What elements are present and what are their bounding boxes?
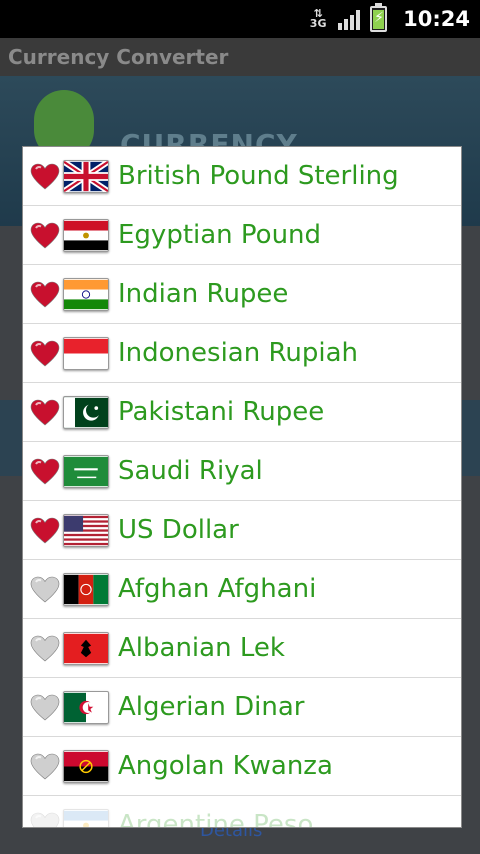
favorite-heart-icon[interactable]: [30, 635, 60, 663]
country-flag-icon: [63, 455, 109, 488]
country-flag-icon: [63, 160, 109, 193]
currency-name: Egyptian Pound: [118, 220, 322, 250]
currency-list-item[interactable]: Pakistani Rupee: [23, 383, 461, 442]
favorite-heart-icon[interactable]: [30, 576, 60, 604]
country-flag-icon: [63, 750, 109, 783]
app-title: Currency Converter: [8, 45, 229, 69]
currency-name: British Pound Sterling: [118, 161, 399, 191]
network-3g-icon: ⇅ 3G: [309, 7, 327, 30]
country-flag-icon: [63, 691, 109, 724]
currency-name: Albanian Lek: [118, 633, 285, 663]
currency-list-item[interactable]: British Pound Sterling: [23, 147, 461, 206]
currency-list-item[interactable]: Angolan Kwanza: [23, 737, 461, 796]
currency-list-item[interactable]: Egyptian Pound: [23, 206, 461, 265]
currency-list-item[interactable]: Afghan Afghani: [23, 560, 461, 619]
favorite-heart-icon[interactable]: [30, 222, 60, 250]
currency-list-item[interactable]: Indonesian Rupiah: [23, 324, 461, 383]
currency-name: Afghan Afghani: [118, 574, 317, 604]
signal-icon: [338, 8, 361, 30]
country-flag-icon: [63, 396, 109, 429]
favorite-heart-icon[interactable]: [30, 340, 60, 368]
status-bar: ⇅ 3G ⚡ 10:24: [0, 0, 480, 38]
currency-picker-dialog: British Pound Sterling Egyptian Pound Indi…: [22, 146, 462, 828]
country-flag-icon: [63, 278, 109, 311]
clock: 10:24: [403, 7, 470, 31]
battery-charging-icon: ⚡: [370, 3, 388, 32]
currency-list-item[interactable]: Argentine Peso: [23, 796, 461, 828]
country-flag-icon: [63, 809, 109, 827]
favorite-heart-icon[interactable]: [30, 281, 60, 309]
currency-list-item[interactable]: Saudi Riyal: [23, 442, 461, 501]
currency-name: Saudi Riyal: [118, 456, 263, 486]
currency-name: Indonesian Rupiah: [118, 338, 358, 368]
currency-list-item[interactable]: US Dollar: [23, 501, 461, 560]
country-flag-icon: [63, 632, 109, 665]
favorite-heart-icon[interactable]: [30, 399, 60, 427]
country-flag-icon: [63, 219, 109, 252]
favorite-heart-icon[interactable]: [30, 163, 60, 191]
currency-list-item[interactable]: Albanian Lek: [23, 619, 461, 678]
country-flag-icon: [63, 573, 109, 606]
currency-name: Argentine Peso: [118, 810, 314, 828]
favorite-heart-icon[interactable]: [30, 812, 60, 827]
country-flag-icon: [63, 337, 109, 370]
currency-list-item[interactable]: Indian Rupee: [23, 265, 461, 324]
country-flag-icon: [63, 514, 109, 547]
currency-name: Algerian Dinar: [118, 692, 305, 722]
network-type: 3G: [309, 17, 327, 30]
favorite-heart-icon[interactable]: [30, 458, 60, 486]
currency-name: Indian Rupee: [118, 279, 289, 309]
currency-name: US Dollar: [118, 515, 239, 545]
currency-list-item[interactable]: Algerian Dinar: [23, 678, 461, 737]
currency-name: Angolan Kwanza: [118, 751, 333, 781]
currency-name: Pakistani Rupee: [118, 397, 325, 427]
favorite-heart-icon[interactable]: [30, 753, 60, 781]
status-icons: ⇅ 3G ⚡ 10:24: [308, 0, 470, 38]
app-title-bar: Currency Converter: [0, 38, 480, 76]
favorite-heart-icon[interactable]: [30, 694, 60, 722]
favorite-heart-icon[interactable]: [30, 517, 60, 545]
